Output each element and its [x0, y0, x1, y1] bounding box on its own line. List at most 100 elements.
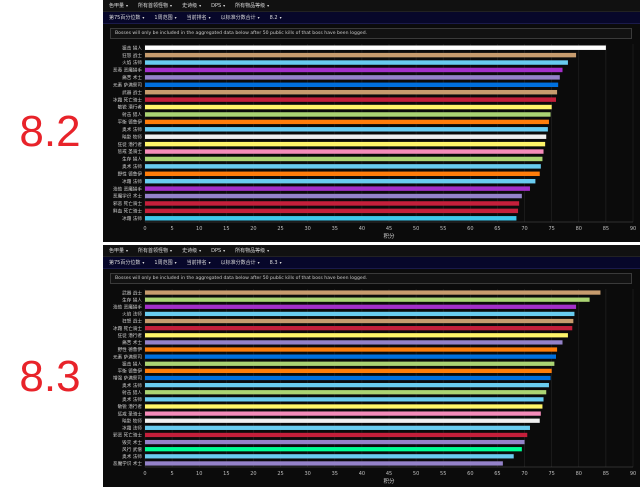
filter-bar-2-top: 第75百分位数 ▾ 1周范围 ▾ 当前排名 ▾ 以标准分数合计 ▾ 8.2 ▾	[103, 12, 640, 24]
filter-aggregation-label: 以标准分数合计	[220, 15, 256, 21]
bar	[145, 112, 551, 117]
x-tick-label: 90	[630, 226, 636, 232]
category-label: 生存 猎人	[122, 296, 142, 303]
category-label: 元素 萨满祭司	[113, 81, 142, 88]
x-tick-label: 45	[386, 471, 392, 477]
filter-patch[interactable]: 8.3 ▾	[270, 260, 282, 266]
chevron-down-icon: ▾	[267, 248, 270, 253]
x-tick-label: 10	[196, 226, 202, 232]
x-tick-label: 60	[467, 226, 473, 232]
filter-ilvl[interactable]: 所有物品等级 ▾	[235, 2, 269, 9]
x-axis-title: 积分	[383, 232, 395, 240]
category-label: 浩劫 恶魔猎手	[113, 304, 142, 311]
category-label: 敏锐 潜行者	[118, 104, 143, 111]
filter-bosses[interactable]: 所有首领怪物 ▾	[138, 2, 172, 9]
filter-metric[interactable]: 色甲量 ▾	[109, 2, 128, 9]
category-label: 鲜血 死亡骑士	[113, 208, 142, 215]
category-label: 痛苦 术士	[122, 74, 142, 81]
category-label: 射击 猎人	[122, 389, 142, 396]
filter-ilvl[interactable]: 所有物品等级 ▾	[235, 247, 269, 254]
category-label: 恶魔学识 术士	[113, 193, 142, 200]
filter-metric[interactable]: 色甲量 ▾	[109, 247, 128, 254]
filter-aggregation[interactable]: 以标准分数合计 ▾	[221, 259, 260, 266]
bar	[145, 382, 549, 388]
filter-percentile[interactable]: 第75百分位数 ▾	[109, 14, 144, 21]
filter-bar-2-bottom: 第75百分位数 ▾ 1周范围 ▾ 当前排名 ▾ 以标准分数合计 ▾ 8.3 ▾	[103, 257, 640, 269]
filter-percentile[interactable]: 第75百分位数 ▾	[109, 259, 144, 266]
category-label: 敏锐 潜行者	[118, 403, 143, 410]
x-tick-label: 80	[576, 471, 582, 477]
notice-box: Bosses will only be included in the aggr…	[110, 28, 632, 39]
x-tick-label: 55	[440, 471, 446, 477]
x-tick-label: 25	[277, 226, 283, 232]
x-tick-label: 15	[223, 226, 229, 232]
filter-role[interactable]: DPS ▾	[211, 3, 225, 9]
filter-ranking[interactable]: 当前排名 ▾	[187, 14, 211, 21]
filter-percentile-label: 第75百分位数	[109, 15, 141, 21]
x-tick-label: 45	[386, 226, 392, 232]
bar	[145, 97, 557, 102]
filter-role[interactable]: DPS ▾	[211, 248, 225, 254]
filter-aggregation-label: 以标准分数合计	[220, 260, 256, 266]
bar	[145, 432, 528, 438]
x-tick-label: 75	[548, 471, 554, 477]
filter-patch-label: 8.3	[269, 259, 278, 266]
category-label: 冰霜 法师	[122, 425, 142, 432]
bar	[145, 418, 540, 423]
bar	[145, 326, 573, 331]
bar	[145, 75, 560, 80]
filter-metric-label: 色甲量	[109, 248, 125, 254]
bar	[145, 347, 558, 352]
category-label: 奥术 法师	[122, 453, 142, 460]
x-tick-label: 90	[630, 471, 636, 477]
category-label: 狂徒 潜行者	[118, 332, 143, 339]
filter-ranking[interactable]: 当前排名 ▾	[187, 259, 211, 266]
filter-range[interactable]: 1周范围 ▾	[154, 259, 176, 266]
bar	[145, 368, 552, 374]
x-tick-label: 80	[576, 226, 582, 232]
category-label: 惩戒 圣骑士	[118, 148, 143, 155]
x-tick-label: 85	[603, 471, 609, 477]
filter-difficulty[interactable]: 史诗级 ▾	[182, 2, 201, 9]
filter-ranking-label: 当前排名	[186, 15, 207, 21]
bar	[145, 164, 541, 169]
filter-bar-top: 色甲量 ▾ 所有首领怪物 ▾ 史诗级 ▾ DPS ▾ 所有物品等级 ▾	[103, 0, 640, 12]
x-tick-label: 20	[250, 226, 256, 232]
chevron-down-icon: ▾	[174, 15, 177, 20]
chevron-down-icon: ▾	[267, 3, 270, 8]
filter-metric-label: 色甲量	[109, 3, 125, 9]
bar	[145, 411, 541, 416]
category-label: 武器 战士	[122, 89, 142, 96]
filter-ranking-label: 当前排名	[186, 260, 207, 266]
category-label: 狙击 猎人	[122, 44, 142, 51]
category-label: 惩戒 圣骑士	[118, 410, 143, 417]
x-tick-label: 5	[171, 471, 174, 477]
filter-patch-label: 8.2	[269, 14, 278, 21]
x-tick-label: 65	[494, 471, 500, 477]
bar	[145, 311, 575, 317]
filter-range[interactable]: 1周范围 ▾	[154, 14, 176, 21]
category-label: 狙击 猎人	[122, 360, 142, 367]
category-label: 冰霜 法师	[122, 178, 142, 185]
bar	[145, 461, 503, 466]
x-tick-label: 40	[359, 226, 365, 232]
chevron-down-icon: ▾	[199, 3, 202, 8]
category-label: 火焰 法师	[122, 311, 142, 318]
filter-bosses[interactable]: 所有首领怪物 ▾	[138, 247, 172, 254]
x-tick-label: 30	[304, 226, 310, 232]
category-label: 冰霜 死亡骑士	[113, 325, 142, 332]
category-label: 野性 德鲁伊	[118, 346, 143, 353]
filter-patch[interactable]: 8.2 ▾	[270, 15, 282, 21]
category-label: 暗影 牧师	[122, 417, 142, 424]
panel-bottom: 色甲量 ▾ 所有首领怪物 ▾ 史诗级 ▾ DPS ▾ 所有物品等级 ▾ 第75百分位数 ▾ …	[103, 245, 640, 487]
filter-aggregation[interactable]: 以标准分数合计 ▾	[221, 14, 260, 21]
x-tick-label: 70	[521, 226, 527, 232]
filter-bar-bottom: 色甲量 ▾ 所有首领怪物 ▾ 史诗级 ▾ DPS ▾ 所有物品等级 ▾	[103, 245, 640, 257]
bar	[145, 340, 563, 345]
category-label: 射击 猎人	[122, 111, 142, 118]
bar	[145, 171, 540, 177]
bar	[145, 447, 522, 452]
filter-difficulty[interactable]: 史诗级 ▾	[182, 247, 201, 254]
x-tick-label: 35	[332, 226, 338, 232]
category-label: 元素 萨满祭司	[113, 353, 142, 360]
